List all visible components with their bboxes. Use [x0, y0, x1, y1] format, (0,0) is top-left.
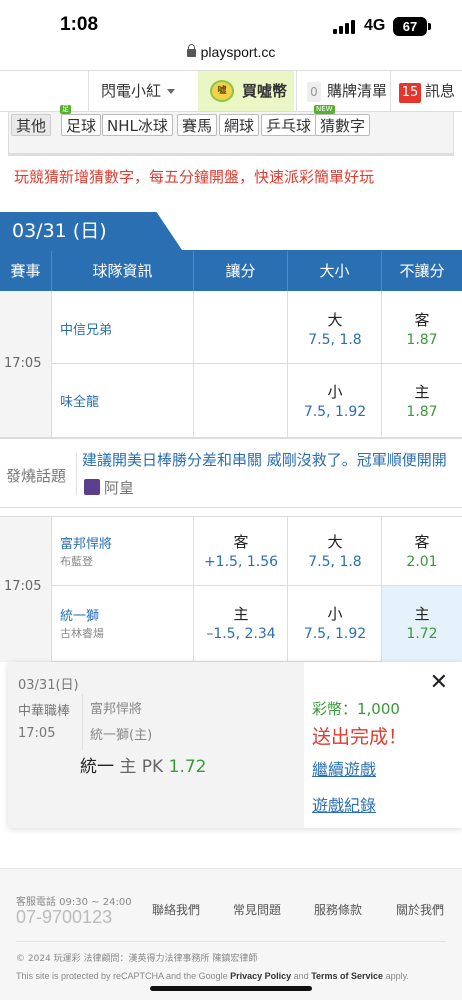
- cart-count-badge: 0: [307, 82, 321, 102]
- game-row: 17:05 富邦悍將 布藍登 統一獅 古林睿煬 客 +1.5, 1.56 主 –…: [0, 516, 462, 662]
- url-text: playsport.cc: [200, 44, 276, 60]
- messages-button[interactable]: 15 訊息: [390, 71, 462, 111]
- hot-topic-title[interactable]: 建議開美日棒勝分差和串關 威剛沒救了。冠軍順便開開: [82, 449, 462, 470]
- promo-notice[interactable]: 玩競猜新增猜數字，每五分鐘開盤，快速派彩簡單好玩: [14, 166, 374, 187]
- footer-link-faq[interactable]: 常見問題: [233, 901, 281, 918]
- terms-of-service-link[interactable]: Terms of Service: [311, 971, 383, 981]
- slip-league: 中華職棒: [18, 704, 71, 719]
- battery-icon: 67: [393, 17, 427, 36]
- home-handicap-odds[interactable]: 主 –1.5, 2.34: [194, 603, 288, 642]
- user-name: 閃電小紅: [101, 82, 162, 100]
- slip-pick: 統一 主 PK 1.72: [80, 752, 206, 777]
- home-pitcher: 古林睿煬: [60, 627, 104, 640]
- slip-divider: [82, 694, 83, 750]
- category-other[interactable]: 其他: [11, 114, 52, 136]
- footer: 客服電話 09:30 ~ 24:00 07-9700123 聯絡我們 常見問題 …: [0, 868, 462, 1000]
- battery-tip: [428, 23, 431, 30]
- continue-game-link[interactable]: 繼續遊戲: [312, 756, 376, 780]
- category-nhl[interactable]: NHL冰球: [102, 114, 173, 136]
- status-time: 1:08: [60, 14, 99, 35]
- home-total-odds[interactable]: 小 7.5, 1.92: [288, 603, 382, 642]
- category-guess-number[interactable]: NEW 猜數字: [314, 105, 371, 136]
- avatar: [84, 479, 100, 495]
- slip-team-home: 統一獅(主): [90, 728, 153, 743]
- bet-slip-panel: 03/31(日) 中華職棒 17:05 富邦悍將 統一獅(主) 統一 主 PK …: [8, 662, 304, 828]
- user-menu-button[interactable]: 閃電小紅: [88, 71, 196, 111]
- privacy-policy-link[interactable]: Privacy Policy: [230, 971, 291, 981]
- away-team[interactable]: 富邦悍將: [60, 533, 112, 552]
- coin-balance: 彩幣：1,000: [312, 700, 400, 718]
- buy-coin-label: 買噓幣: [242, 82, 288, 100]
- home-moneyline-odds[interactable]: 主 1.87: [375, 381, 462, 420]
- status-bar: 1:08 4G 67: [0, 0, 462, 44]
- recaptcha-notice: This site is protected by reCAPTCHA and …: [16, 971, 409, 981]
- header-handicap: 讓分: [194, 251, 288, 291]
- home-moneyline-odds[interactable]: 主 1.72: [375, 603, 462, 642]
- away-team[interactable]: 中信兄弟: [60, 319, 112, 338]
- handicap-cell[interactable]: [194, 291, 288, 437]
- header-total: 大小: [288, 251, 382, 291]
- cart-label: 購牌清單: [327, 82, 388, 100]
- network-type: 4G: [364, 17, 386, 34]
- hot-topic-divider: [76, 453, 77, 495]
- slip-time: 17:05: [18, 726, 56, 741]
- away-moneyline-odds[interactable]: 客 1.87: [375, 309, 462, 348]
- category-tennis[interactable]: 網球: [219, 114, 260, 136]
- away-pitcher: 布藍登: [60, 555, 93, 568]
- category-soccer[interactable]: 足足球: [60, 105, 102, 136]
- pick-side: 主 PK: [119, 757, 164, 777]
- support-phone[interactable]: 07-9700123: [16, 907, 112, 928]
- table-header: 賽事 球隊資訊 讓分 大小 不讓分: [0, 251, 462, 291]
- date-tab: 03/31 (日): [0, 212, 182, 250]
- category-bar: 其他 足足球 NHL冰球 賽馬 網球 乒乓球 NEW 猜數字: [8, 105, 454, 156]
- row-divider: [52, 585, 462, 586]
- home-total-odds[interactable]: 小 7.5, 1.92: [288, 381, 382, 420]
- home-team[interactable]: 味全龍: [60, 391, 99, 410]
- cart-button[interactable]: 0 購牌清單: [296, 71, 388, 111]
- new-tag: NEW: [314, 105, 335, 114]
- away-total-odds[interactable]: 大 7.5, 1.8: [288, 531, 382, 570]
- copyright: © 2024 玩運彩 法律顧問：漢英得力法律事務所 陳鎮宏律師: [16, 954, 258, 964]
- coin-icon: 噓: [210, 80, 234, 102]
- signal-icon: [333, 20, 355, 34]
- header-teams: 球隊資訊: [52, 251, 194, 291]
- teams-cell: [52, 291, 194, 437]
- hot-topic-bar[interactable]: 發燒話題 建議開美日棒勝分差和串關 威剛沒救了。冠軍順便開開 阿皇: [0, 438, 462, 508]
- game-row: 17:05 中信兄弟 味全龍 大 7.5, 1.8 小 7.5, 1.92 客 …: [0, 291, 462, 438]
- category-table-tennis[interactable]: 乒乓球: [261, 114, 317, 136]
- game-time: 17:05: [0, 517, 52, 662]
- buy-coin-button[interactable]: 噓 買噓幣: [198, 71, 294, 111]
- url-bar[interactable]: playsport.cc: [0, 44, 462, 68]
- close-icon[interactable]: ✕: [430, 670, 448, 695]
- pick-team: 統一: [80, 757, 114, 777]
- bet-confirmation-popup: 03/31(日) 中華職棒 17:05 富邦悍將 統一獅(主) 統一 主 PK …: [8, 662, 462, 828]
- hot-topic-author[interactable]: 阿皇: [104, 477, 134, 498]
- game-history-link[interactable]: 遊戲紀錄: [312, 792, 376, 816]
- message-count-badge: 15: [399, 83, 421, 103]
- messages-label: 訊息: [425, 82, 456, 100]
- header-moneyline: 不讓分: [399, 262, 445, 280]
- footer-link-contact[interactable]: 聯絡我們: [152, 901, 200, 918]
- home-indicator[interactable]: [150, 986, 312, 991]
- away-handicap-odds[interactable]: 客 +1.5, 1.56: [194, 531, 288, 570]
- row-divider: [52, 363, 462, 364]
- support-hours: 客服電話 09:30 ~ 24:00: [16, 897, 132, 908]
- lock-icon: [186, 44, 196, 57]
- footer-link-about[interactable]: 關於我們: [396, 901, 444, 918]
- chevron-down-icon: [167, 89, 176, 94]
- category-horse-racing[interactable]: 賽馬: [177, 114, 218, 136]
- footer-link-terms[interactable]: 服務條款: [314, 901, 362, 918]
- submit-success: 送出完成！: [312, 726, 408, 748]
- header-league: 賽事: [0, 251, 52, 291]
- footer-divider: [16, 941, 446, 942]
- soccer-tag: 足: [60, 105, 71, 114]
- away-moneyline-odds[interactable]: 客 2.01: [375, 531, 462, 570]
- slip-team-away: 富邦悍將: [90, 702, 143, 717]
- slip-date: 03/31(日): [18, 678, 79, 693]
- game-time: 17:05: [0, 291, 52, 437]
- home-team[interactable]: 統一獅: [60, 605, 99, 624]
- hot-topic-label: 發燒話題: [6, 467, 67, 485]
- pick-odds: 1.72: [168, 757, 207, 777]
- away-total-odds[interactable]: 大 7.5, 1.8: [288, 309, 382, 348]
